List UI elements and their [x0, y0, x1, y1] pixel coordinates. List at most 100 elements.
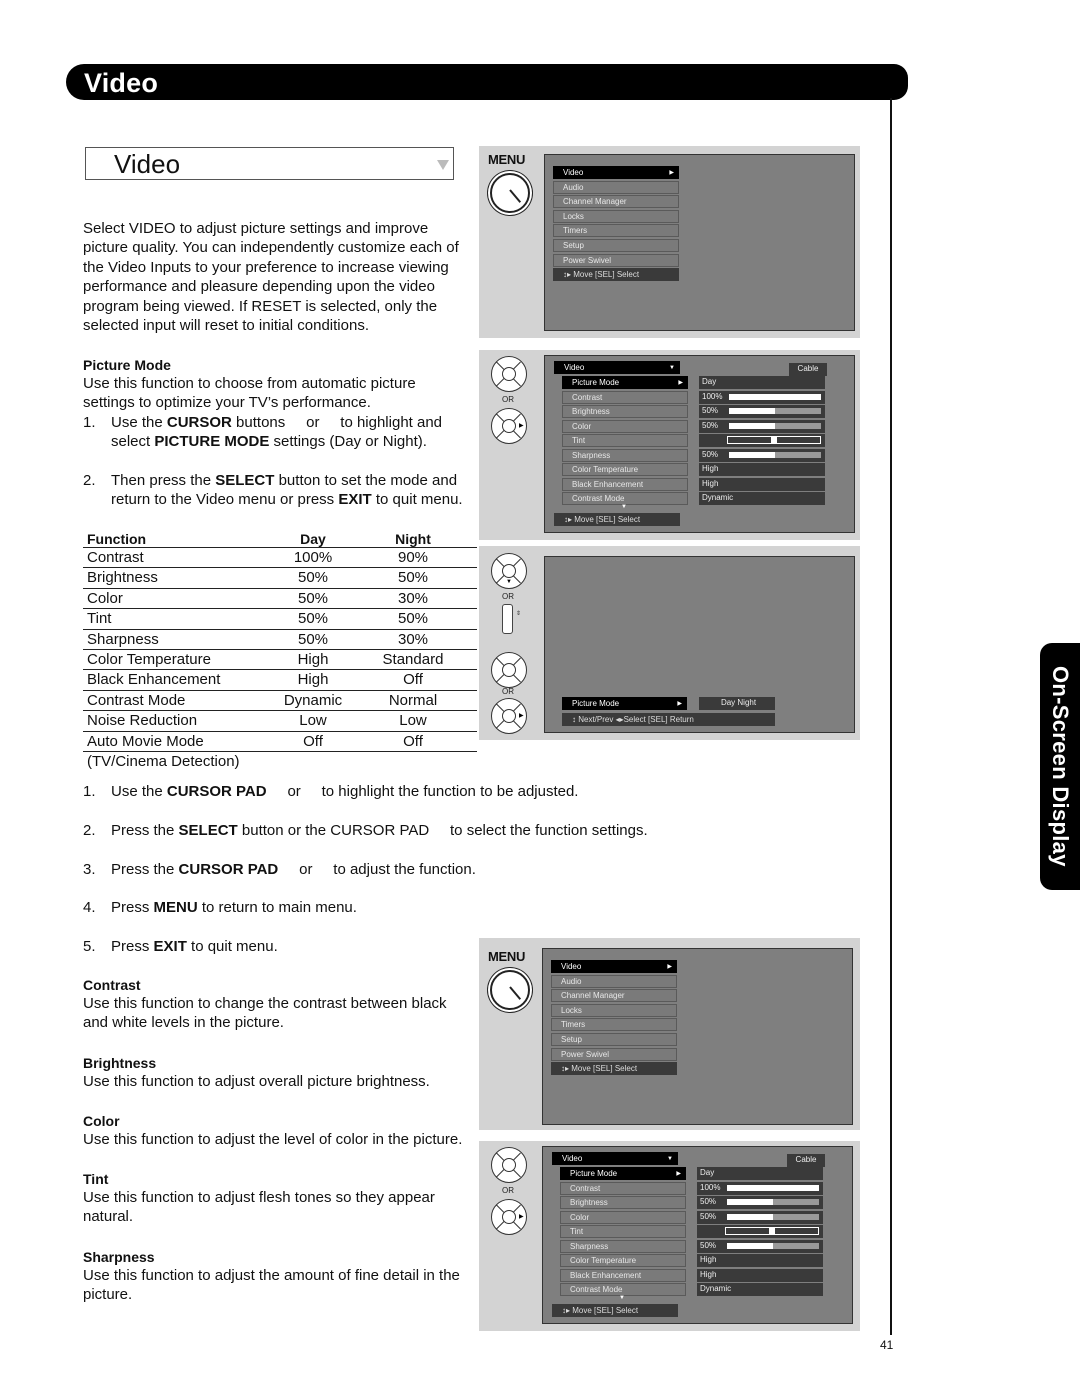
menu-item-locks[interactable]: Locks	[551, 1003, 677, 1017]
item-label: Audio	[563, 182, 584, 192]
table-cell: High	[297, 671, 329, 689]
menu-item-timers[interactable]: Timers	[551, 1018, 677, 1032]
menu-item-channel-manager[interactable]: Channel Manager	[553, 195, 679, 209]
menu-item-channel-manager[interactable]: Channel Manager	[551, 989, 677, 1003]
menu-button-label: MENU	[488, 152, 526, 167]
cursor-pad-right-icon[interactable]: ▶	[491, 698, 527, 734]
picture-mode-item[interactable]: Picture Mode ▶	[562, 697, 687, 710]
video-item-tint[interactable]: Tint	[562, 434, 688, 447]
item-label: Color	[572, 421, 592, 431]
video-item-color[interactable]: Color	[562, 419, 688, 433]
menu-item-video[interactable]: Video ▶	[553, 166, 679, 179]
value-text: 50%	[702, 449, 719, 459]
video-item-value[interactable]: 50%	[697, 1210, 823, 1224]
desc-line: picture.	[83, 1286, 133, 1304]
video-item-sharpness[interactable]: Sharpness	[562, 448, 688, 462]
table-cell: Noise Reduction	[87, 712, 198, 730]
picture-mode-step-2: 2. Then press the SELECT button to set t…	[83, 471, 483, 511]
video-item-value[interactable]	[699, 434, 825, 447]
select-button-icon[interactable]	[491, 356, 527, 392]
channel-rocker-icon[interactable]	[502, 604, 513, 634]
table-row: Contrast Mode Dynamic Normal	[83, 691, 477, 712]
video-item-value[interactable]: 50%	[697, 1239, 823, 1253]
menu-item-setup[interactable]: Setup	[553, 239, 679, 252]
menu-item-power-swivel[interactable]: Power Swivel	[553, 253, 679, 267]
step-number: 1.	[83, 783, 96, 800]
video-item-contrast[interactable]: Contrast	[562, 390, 688, 404]
cursor-pad-down-icon[interactable]: ▼	[491, 553, 527, 589]
picture-mode-options[interactable]: Day Night	[699, 697, 775, 710]
scroll-down-icon[interactable]: ▼	[619, 1295, 625, 1301]
video-item-brightness[interactable]: Brightness	[560, 1196, 686, 1209]
video-item-picture-mode[interactable]: Picture Mode ▶	[562, 376, 688, 389]
video-menu-title[interactable]: Video ▼	[554, 361, 680, 374]
video-item-tint[interactable]: Tint	[560, 1225, 686, 1238]
video-item-value[interactable]: 50%	[699, 419, 825, 433]
select-button-icon[interactable]	[491, 1147, 527, 1183]
table-row: Tint 50% 50%	[83, 609, 477, 630]
menu-item-setup[interactable]: Setup	[551, 1033, 677, 1046]
menu-button-icon[interactable]	[490, 970, 530, 1010]
table-cell: 100%	[293, 549, 333, 566]
video-item-value[interactable]: High	[697, 1268, 823, 1282]
section-heading: Color	[83, 1113, 120, 1129]
menu-item-audio[interactable]: Audio	[553, 180, 679, 194]
video-item-contrast[interactable]: Contrast	[560, 1181, 686, 1195]
cursor-pad-right-icon[interactable]: ▶	[491, 408, 527, 444]
column-header: Function	[87, 531, 147, 547]
value-text: Dynamic	[700, 1284, 732, 1293]
osd-panel-video-menu: OR ▶ Video ▼ Cable Picture Mode ▶ Day Contrast…	[479, 350, 860, 540]
level-bar-fill	[727, 1199, 773, 1205]
video-item-black-enhancement[interactable]: Black Enhancement	[562, 477, 688, 491]
video-item-value[interactable]	[697, 1225, 823, 1238]
video-item-value[interactable]: High	[697, 1254, 823, 1267]
video-item-value[interactable]: 100%	[697, 1181, 823, 1195]
tv-screen: Picture Mode ▶ Day Night ↕ Next/Prev ◂▸Se…	[544, 556, 855, 733]
video-item-color-temperature[interactable]: Color Temperature	[560, 1254, 686, 1267]
video-item-value[interactable]: 50%	[699, 405, 825, 418]
item-label: Tint	[570, 1227, 584, 1236]
video-item-black-enhancement[interactable]: Black Enhancement	[560, 1268, 686, 1282]
osd-footer-hint: ↕▸ Move [SEL] Select	[554, 512, 680, 526]
triangle-right-icon: ▶	[669, 170, 674, 176]
input-source-badge: Cable	[787, 1154, 825, 1167]
video-menu-title[interactable]: Video ▼	[552, 1152, 678, 1165]
video-item-value[interactable]: 100%	[699, 390, 825, 404]
table-row: Black Enhancement High Off	[83, 670, 477, 691]
scroll-down-icon[interactable]: ▼	[621, 504, 627, 510]
value-text: 50%	[702, 420, 719, 430]
select-button-icon[interactable]	[491, 652, 527, 688]
menu-item-locks[interactable]: Locks	[553, 209, 679, 223]
table-cell: Normal	[388, 691, 438, 709]
video-item-sharpness[interactable]: Sharpness	[560, 1239, 686, 1253]
video-item-value[interactable]: Day	[699, 376, 825, 389]
video-item-color-temperature[interactable]: Color Temperature	[562, 463, 688, 476]
video-item-value[interactable]: Day	[697, 1167, 823, 1180]
video-item-picture-mode[interactable]: Picture Mode ▶	[560, 1167, 686, 1180]
video-item-brightness[interactable]: Brightness	[562, 405, 688, 418]
picture-mode-heading: Picture Mode	[83, 357, 171, 373]
desc-line: Use this function to adjust overall pict…	[83, 1073, 430, 1090]
item-label: Picture Mode	[572, 378, 620, 387]
menu-item-audio[interactable]: Audio	[551, 974, 677, 988]
step-number: 2.	[83, 472, 96, 489]
table-cell: Low	[299, 712, 327, 730]
video-item-value[interactable]: 50%	[697, 1196, 823, 1209]
table-cell: 50%	[297, 630, 329, 648]
video-item-value[interactable]: High	[699, 477, 825, 491]
video-item-value[interactable]: Dynamic	[699, 492, 825, 505]
tint-slider[interactable]	[725, 1227, 819, 1235]
video-item-value[interactable]: Dynamic	[697, 1283, 823, 1296]
tint-slider[interactable]	[727, 436, 821, 444]
value-text: High	[702, 464, 719, 473]
item-label: Color	[570, 1212, 590, 1222]
video-item-value[interactable]: High	[699, 463, 825, 476]
video-item-value[interactable]: 50%	[699, 448, 825, 462]
menu-item-power-swivel[interactable]: Power Swivel	[551, 1047, 677, 1061]
video-item-color[interactable]: Color	[560, 1210, 686, 1224]
osd-footer-hint: ↕▸ Move [SEL] Select	[553, 268, 679, 282]
menu-item-video[interactable]: Video ▶	[551, 960, 677, 973]
cursor-pad-right-icon[interactable]: ▶	[491, 1199, 527, 1235]
menu-item-timers[interactable]: Timers	[553, 224, 679, 238]
menu-button-icon[interactable]	[490, 173, 530, 213]
